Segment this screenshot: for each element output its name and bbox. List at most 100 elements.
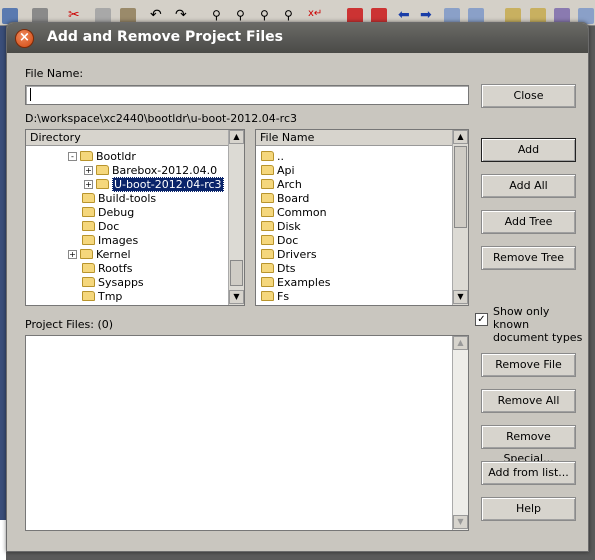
file-item[interactable]: Examples xyxy=(261,276,330,290)
close-icon[interactable]: × xyxy=(15,29,34,48)
directory-item-label: Debug xyxy=(98,206,135,219)
folder-icon xyxy=(261,277,274,287)
folder-icon xyxy=(80,249,93,259)
collapse-icon[interactable]: - xyxy=(68,152,77,161)
expand-icon[interactable]: + xyxy=(68,250,77,259)
directory-item-label: Bootldr xyxy=(96,150,136,163)
directory-item[interactable]: + U-boot-2012.04-rc3 xyxy=(84,177,224,192)
remove-special-button-label: Remove Special... xyxy=(503,430,554,465)
folder-icon xyxy=(82,277,95,287)
folder-icon xyxy=(82,291,95,301)
scroll-down-icon[interactable]: ▼ xyxy=(453,290,468,304)
parent-folder-icon xyxy=(261,151,274,161)
remove-all-button[interactable]: Remove All xyxy=(481,389,576,413)
add-all-button-label: Add All xyxy=(509,179,548,192)
expand-icon[interactable]: + xyxy=(84,180,93,189)
file-item[interactable]: Arch xyxy=(261,178,302,192)
add-tree-button[interactable]: Add Tree xyxy=(481,210,576,234)
project-files-list[interactable]: ▲ ▼ xyxy=(25,335,469,531)
folder-icon xyxy=(82,193,95,203)
directory-item[interactable]: Debug xyxy=(82,206,134,220)
folder-icon xyxy=(82,263,95,273)
file-item[interactable]: Fs xyxy=(261,290,289,304)
directory-item-label: Barebox-2012.04.0 xyxy=(112,164,218,177)
directory-item[interactable]: Tmp xyxy=(82,290,122,304)
file-item[interactable]: Common xyxy=(261,206,327,220)
file-item[interactable]: Dts xyxy=(261,262,296,276)
file-item[interactable]: .. xyxy=(261,150,284,164)
dialog-title: Add and Remove Project Files xyxy=(47,29,283,45)
directory-item[interactable]: Doc xyxy=(82,220,119,234)
directory-item-label: Tmp xyxy=(98,290,123,303)
show-known-types-label: Show only known document types xyxy=(493,305,583,344)
remove-special-button[interactable]: Remove Special... xyxy=(481,425,576,465)
remove-tree-button[interactable]: Remove Tree xyxy=(481,246,576,270)
file-name-header: File Name xyxy=(256,130,452,146)
file-item-label: Dts xyxy=(277,262,296,275)
dialog-titlebar: × Add and Remove Project Files xyxy=(7,23,588,53)
directory-item[interactable]: Images xyxy=(82,234,138,248)
directory-item[interactable]: + Kernel xyxy=(68,248,131,262)
directory-item[interactable]: Build-tools xyxy=(82,192,156,206)
folder-icon xyxy=(261,179,274,189)
folder-icon xyxy=(261,193,274,203)
folder-icon xyxy=(82,207,95,217)
directory-header: Directory xyxy=(26,130,228,146)
scroll-down-icon[interactable]: ▼ xyxy=(229,290,244,304)
directory-item-label: Images xyxy=(98,234,139,247)
show-known-types-checkbox[interactable]: ✓ xyxy=(475,313,488,326)
scroll-thumb[interactable] xyxy=(454,146,467,228)
close-button-label: Close xyxy=(513,89,544,102)
scroll-up-icon[interactable]: ▲ xyxy=(453,130,468,144)
folder-icon xyxy=(261,165,274,175)
help-button-label: Help xyxy=(515,502,542,515)
add-button[interactable]: Add xyxy=(481,138,576,162)
add-from-list-button[interactable]: Add from list... xyxy=(481,461,576,485)
directory-item-label: Rootfs xyxy=(98,262,133,275)
add-remove-project-files-dialog: × Add and Remove Project Files File Name… xyxy=(6,22,589,552)
scroll-thumb[interactable] xyxy=(230,260,243,286)
folder-icon xyxy=(80,151,93,161)
folder-icon xyxy=(261,291,274,301)
scroll-up-icon[interactable]: ▲ xyxy=(453,336,468,350)
remove-tree-button-label: Remove Tree xyxy=(492,251,565,264)
project-files-scrollbar[interactable]: ▲ ▼ xyxy=(452,336,468,530)
remove-file-button[interactable]: Remove File xyxy=(481,353,576,377)
file-item[interactable]: Drivers xyxy=(261,248,317,262)
directory-list[interactable]: Directory ▲ ▼ - Bootldr + Barebox-2012.04.0… xyxy=(25,129,245,306)
remove-all-button-label: Remove All xyxy=(497,394,560,407)
help-button[interactable]: Help xyxy=(481,497,576,521)
file-item-label: Api xyxy=(277,164,295,177)
file-name-input[interactable] xyxy=(25,85,469,105)
file-item[interactable]: Doc xyxy=(261,234,298,248)
directory-scrollbar[interactable]: ▲ ▼ xyxy=(228,130,244,305)
directory-item[interactable]: - Bootldr xyxy=(68,150,136,164)
folder-icon xyxy=(82,221,95,231)
folder-icon xyxy=(261,221,274,231)
expand-icon[interactable]: + xyxy=(84,166,93,175)
scroll-down-icon[interactable]: ▼ xyxy=(453,515,468,529)
directory-item-label: Sysapps xyxy=(98,276,144,289)
directory-item[interactable]: Rootfs xyxy=(82,262,133,276)
add-tree-button-label: Add Tree xyxy=(504,215,553,228)
file-item[interactable]: Board xyxy=(261,192,309,206)
file-item-label: Common xyxy=(277,206,327,219)
folder-icon xyxy=(261,249,274,259)
scroll-up-icon[interactable]: ▲ xyxy=(229,130,244,144)
add-all-button[interactable]: Add All xyxy=(481,174,576,198)
file-item-label: Doc xyxy=(277,234,299,247)
folder-icon xyxy=(261,235,274,245)
directory-item[interactable]: Sysapps xyxy=(82,276,144,290)
directory-item-label: U-boot-2012.04-rc3 xyxy=(112,177,224,192)
close-button[interactable]: Close xyxy=(481,84,576,108)
add-from-list-button-label: Add from list... xyxy=(488,466,569,479)
file-name-list[interactable]: File Name ▲ ▼ .. Api Arch Board Common Disk Do… xyxy=(255,129,469,306)
file-scrollbar[interactable]: ▲ ▼ xyxy=(452,130,468,305)
directory-item[interactable]: + Barebox-2012.04.0 xyxy=(84,164,217,178)
file-item-label: Disk xyxy=(277,220,301,233)
file-item-label: Board xyxy=(277,192,310,205)
file-item[interactable]: Disk xyxy=(261,220,301,234)
file-item[interactable]: Api xyxy=(261,164,295,178)
folder-icon xyxy=(96,179,109,189)
directory-item-label: Kernel xyxy=(96,248,131,261)
